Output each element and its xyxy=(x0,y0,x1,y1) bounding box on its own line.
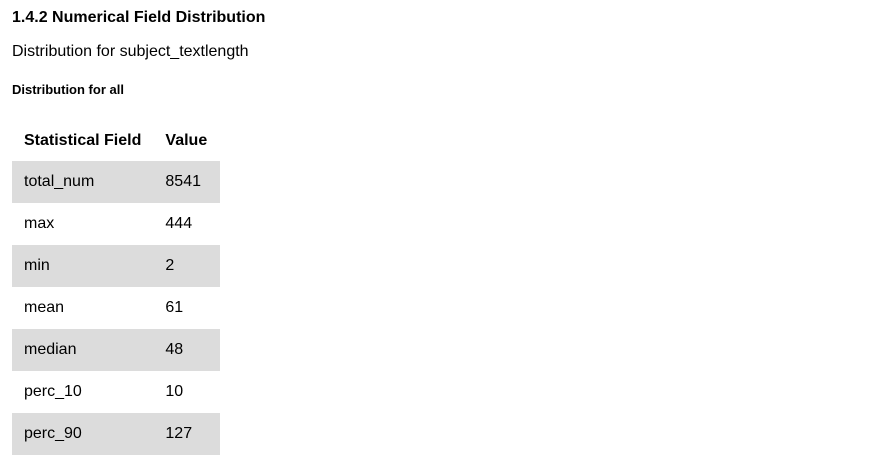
row-field-total-num: total_num xyxy=(12,161,154,203)
header-statistical-field: Statistical Field xyxy=(24,131,142,149)
row-field-perc-90: perc_90 xyxy=(12,413,154,455)
row-field-min: min xyxy=(12,245,154,287)
row-value-min: 2 xyxy=(153,245,220,287)
section-title: 1.4.2 Numerical Field Distribution xyxy=(12,9,266,26)
table-row: mean 61 xyxy=(12,287,220,329)
row-value-mean: 61 xyxy=(165,299,184,316)
table-row: perc_10 10 xyxy=(12,371,220,413)
row-field-median: median xyxy=(12,329,154,371)
row-field-mean: mean xyxy=(24,299,65,316)
table-row: max 444 xyxy=(12,203,220,245)
row-field-max: max xyxy=(24,215,55,232)
table-row: min 2 xyxy=(12,245,220,287)
table-row: median 48 xyxy=(12,329,220,371)
table-row: total_num 8541 xyxy=(12,161,220,203)
row-value-perc-90: 127 xyxy=(153,413,220,455)
row-value-max: 444 xyxy=(165,215,193,232)
table-header-row: Statistical Field Value xyxy=(12,120,220,161)
table-row: perc_90 127 xyxy=(12,413,220,455)
group-title: Distribution for all xyxy=(12,82,124,97)
row-value-total-num: 8541 xyxy=(153,161,220,203)
table-header: Statistical Field Value xyxy=(12,120,220,161)
statistics-table: Statistical Field Value total_num 8541 m… xyxy=(12,120,220,455)
row-value-median: 48 xyxy=(153,329,220,371)
row-field-perc-10: perc_10 xyxy=(24,383,82,400)
table-body: total_num 8541 max 444 min 2 mean 61 med… xyxy=(12,161,220,455)
header-value: Value xyxy=(165,131,208,149)
row-value-perc-10: 10 xyxy=(165,383,184,400)
distribution-subtitle: Distribution for subject_textlength xyxy=(12,43,249,60)
